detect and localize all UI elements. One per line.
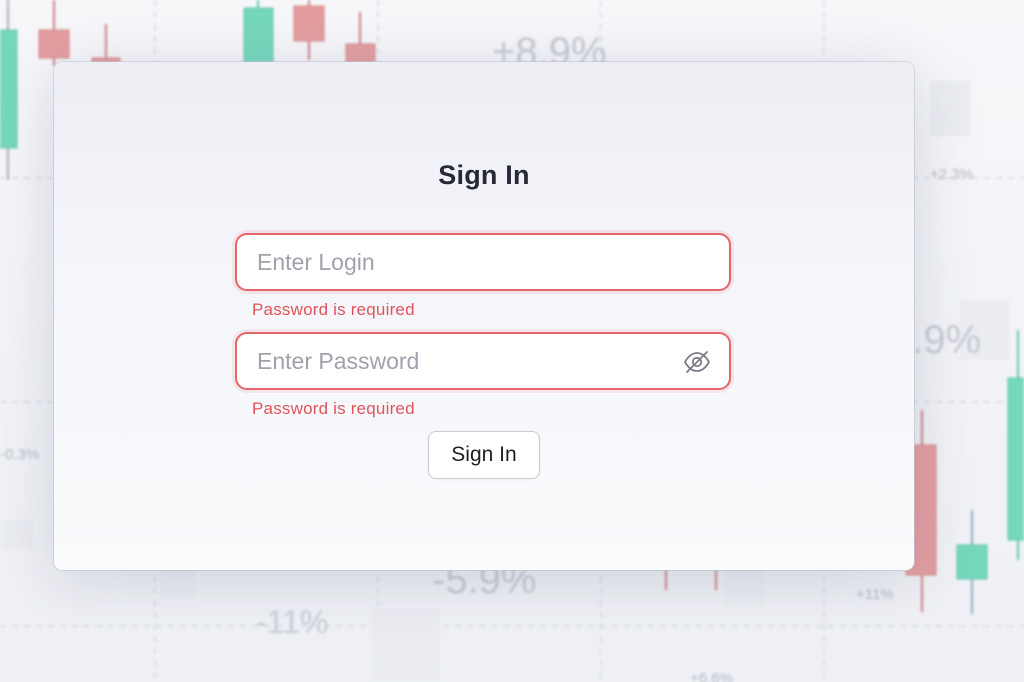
bg-block (160, 570, 196, 600)
candle-up (0, 29, 18, 149)
dialog-title: Sign In (438, 160, 530, 190)
password-field-wrapper (235, 332, 731, 390)
bg-change-label: +11% (856, 586, 894, 603)
candle-up (243, 7, 274, 67)
bg-block (930, 80, 970, 136)
bg-change-label: +6.6% (690, 670, 733, 682)
login-input[interactable] (237, 235, 729, 289)
sign-in-button[interactable]: Sign In (428, 431, 540, 479)
login-field-wrapper (235, 233, 731, 291)
password-input[interactable] (237, 334, 729, 388)
login-error-message: Password is required (252, 300, 415, 319)
candle-down (293, 5, 325, 42)
bg-block (725, 570, 765, 606)
candle-up (956, 544, 988, 580)
sign-in-dialog: Sign In Password is required Password is… (54, 62, 914, 570)
candle-down (38, 29, 70, 59)
bg-block (370, 610, 440, 682)
bg-change-label: -0.3% (0, 446, 40, 463)
candle-up (1007, 377, 1024, 541)
bg-change-label: +2.3% (930, 166, 973, 183)
password-error-message: Password is required (252, 399, 415, 418)
bg-change-label: -11% (256, 604, 329, 640)
bg-block (0, 520, 34, 550)
app-stage: +8.9% +2.3% 8.9% -5.9% -11% +11% -0.3% +… (0, 0, 1024, 682)
eye-slash-icon[interactable] (683, 349, 711, 375)
